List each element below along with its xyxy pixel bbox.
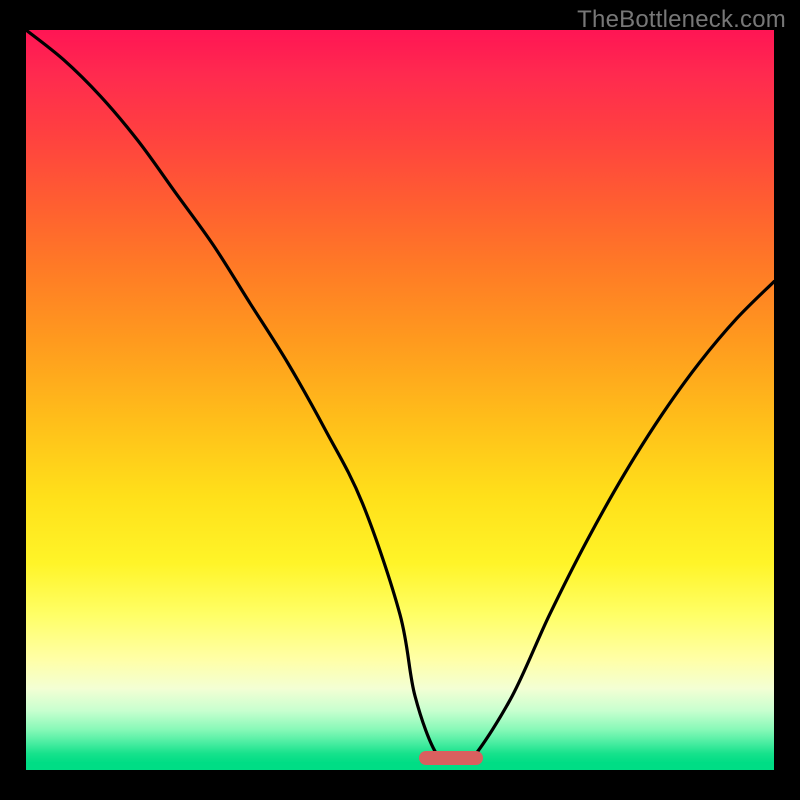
bottleneck-curve xyxy=(26,30,774,763)
watermark-text: TheBottleneck.com xyxy=(577,6,786,34)
plot-area xyxy=(26,30,774,770)
curve-svg xyxy=(26,30,774,770)
optimal-marker xyxy=(419,751,483,765)
